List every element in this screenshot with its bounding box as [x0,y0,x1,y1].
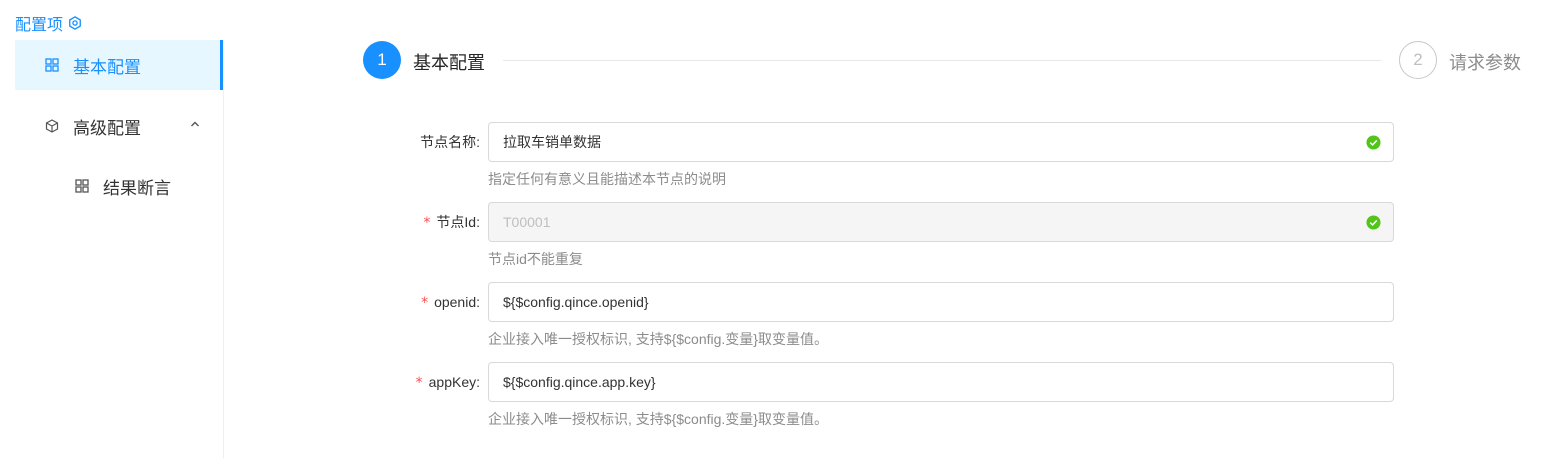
config-panel-title: 配置项 [15,12,82,34]
grid-icon [45,58,59,72]
required-mark: * [415,375,423,391]
step-connector [503,60,1381,61]
cube-icon [45,119,59,133]
check-circle-icon [1366,215,1381,230]
sidebar-item-label: 基本配置 [73,57,141,77]
node-id-label: * 节点Id: [423,214,480,231]
node-name-input[interactable]: 拉取车销单数据 [488,122,1394,162]
node-id-help: 节点id不能重复 [488,251,583,267]
required-mark: * [421,295,429,311]
sidebar-item-label: 高级配置 [73,118,141,138]
node-id-input: T00001 [488,202,1394,242]
step-1-title[interactable]: 基本配置 [413,49,485,75]
node-name-value: 拉取车销单数据 [503,134,601,150]
appkey-input[interactable]: ${$config.qince.app.key} [488,362,1394,402]
check-circle-icon [1366,135,1381,150]
appkey-help: 企业接入唯一授权标识, 支持${$config.变量}取变量值。 [488,411,828,427]
node-name-label: 节点名称: [420,134,480,150]
settings-icon[interactable] [68,16,82,30]
steps-bar: 1 基本配置 2 请求参数 [363,40,1523,80]
sidebar-item-label: 结果断言 [103,178,171,198]
openid-input[interactable]: ${$config.qince.openid} [488,282,1394,322]
grid-icon [75,179,89,193]
openid-label: * openid: [421,294,480,311]
sidebar-item-advanced-config[interactable]: 高级配置 [15,101,222,151]
step-1-number[interactable]: 1 [363,41,401,79]
openid-value: ${$config.qince.openid} [503,294,649,310]
appkey-value: ${$config.qince.app.key} [503,374,656,390]
sidebar-item-basic-config[interactable]: 基本配置 [15,40,223,90]
openid-help: 企业接入唯一授权标识, 支持${$config.变量}取变量值。 [488,331,828,347]
config-panel-title-text: 配置项 [15,17,64,34]
sidebar-menu: 基本配置 高级配置 结果断言 [15,40,224,458]
sidebar-item-result-assertion[interactable]: 结果断言 [15,161,222,211]
step-2-title[interactable]: 请求参数 [1449,49,1521,75]
required-mark: * [423,215,431,231]
appkey-label: * appKey: [415,374,480,391]
step-2-number[interactable]: 2 [1399,41,1437,79]
node-id-value: T00001 [503,214,551,230]
node-name-help: 指定任何有意义且能描述本节点的说明 [488,171,726,187]
chevron-up-icon[interactable] [190,119,200,129]
